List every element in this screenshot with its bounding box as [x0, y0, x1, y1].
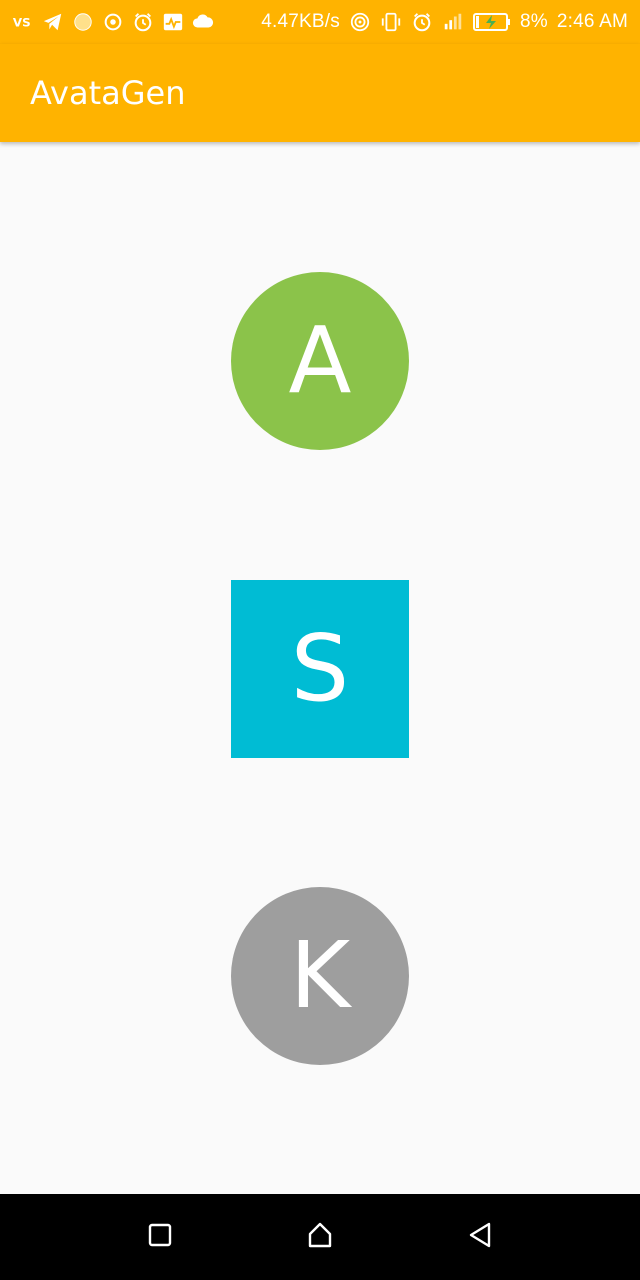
avatar-letter: A — [288, 307, 352, 414]
avatar-a: A — [231, 272, 409, 450]
cloud-icon — [192, 11, 214, 33]
navigation-bar — [0, 1194, 640, 1280]
svg-text:VS: VS — [13, 16, 31, 30]
signal-icon — [442, 11, 464, 33]
recents-button[interactable] — [140, 1217, 180, 1257]
telegram-icon — [42, 11, 64, 33]
home-icon — [305, 1220, 335, 1255]
status-left-icons: VS — [12, 11, 214, 33]
app-title: AvataGen — [30, 74, 186, 112]
alarm-icon — [132, 11, 154, 33]
battery-charging-icon — [473, 11, 511, 33]
avatar-letter: S — [290, 615, 350, 722]
network-speed: 4.47KB/s — [261, 11, 340, 32]
vibrate-icon — [380, 11, 402, 33]
hotspot-icon — [349, 11, 371, 33]
vpn-icon: VS — [12, 11, 34, 33]
avatar-letter: K — [289, 922, 351, 1029]
status-right-icons: 4.47KB/s 8% 2:46 AM — [261, 11, 628, 33]
back-button[interactable] — [460, 1217, 500, 1257]
activity-icon — [162, 11, 184, 33]
avatar-k: K — [231, 887, 409, 1065]
app-bar: AvataGen — [0, 44, 640, 142]
battery-percent: 8% — [520, 11, 548, 32]
back-icon — [465, 1220, 495, 1255]
recents-icon — [145, 1220, 175, 1255]
clock-time: 2:46 AM — [556, 11, 628, 32]
status-bar: VS 4.47KB/s 8% 2:46 AM — [0, 0, 640, 44]
target-icon — [102, 11, 124, 33]
home-button[interactable] — [300, 1217, 340, 1257]
circle-dot-icon — [72, 11, 94, 33]
alarm-icon — [411, 11, 433, 33]
avatar-s: S — [231, 580, 409, 758]
